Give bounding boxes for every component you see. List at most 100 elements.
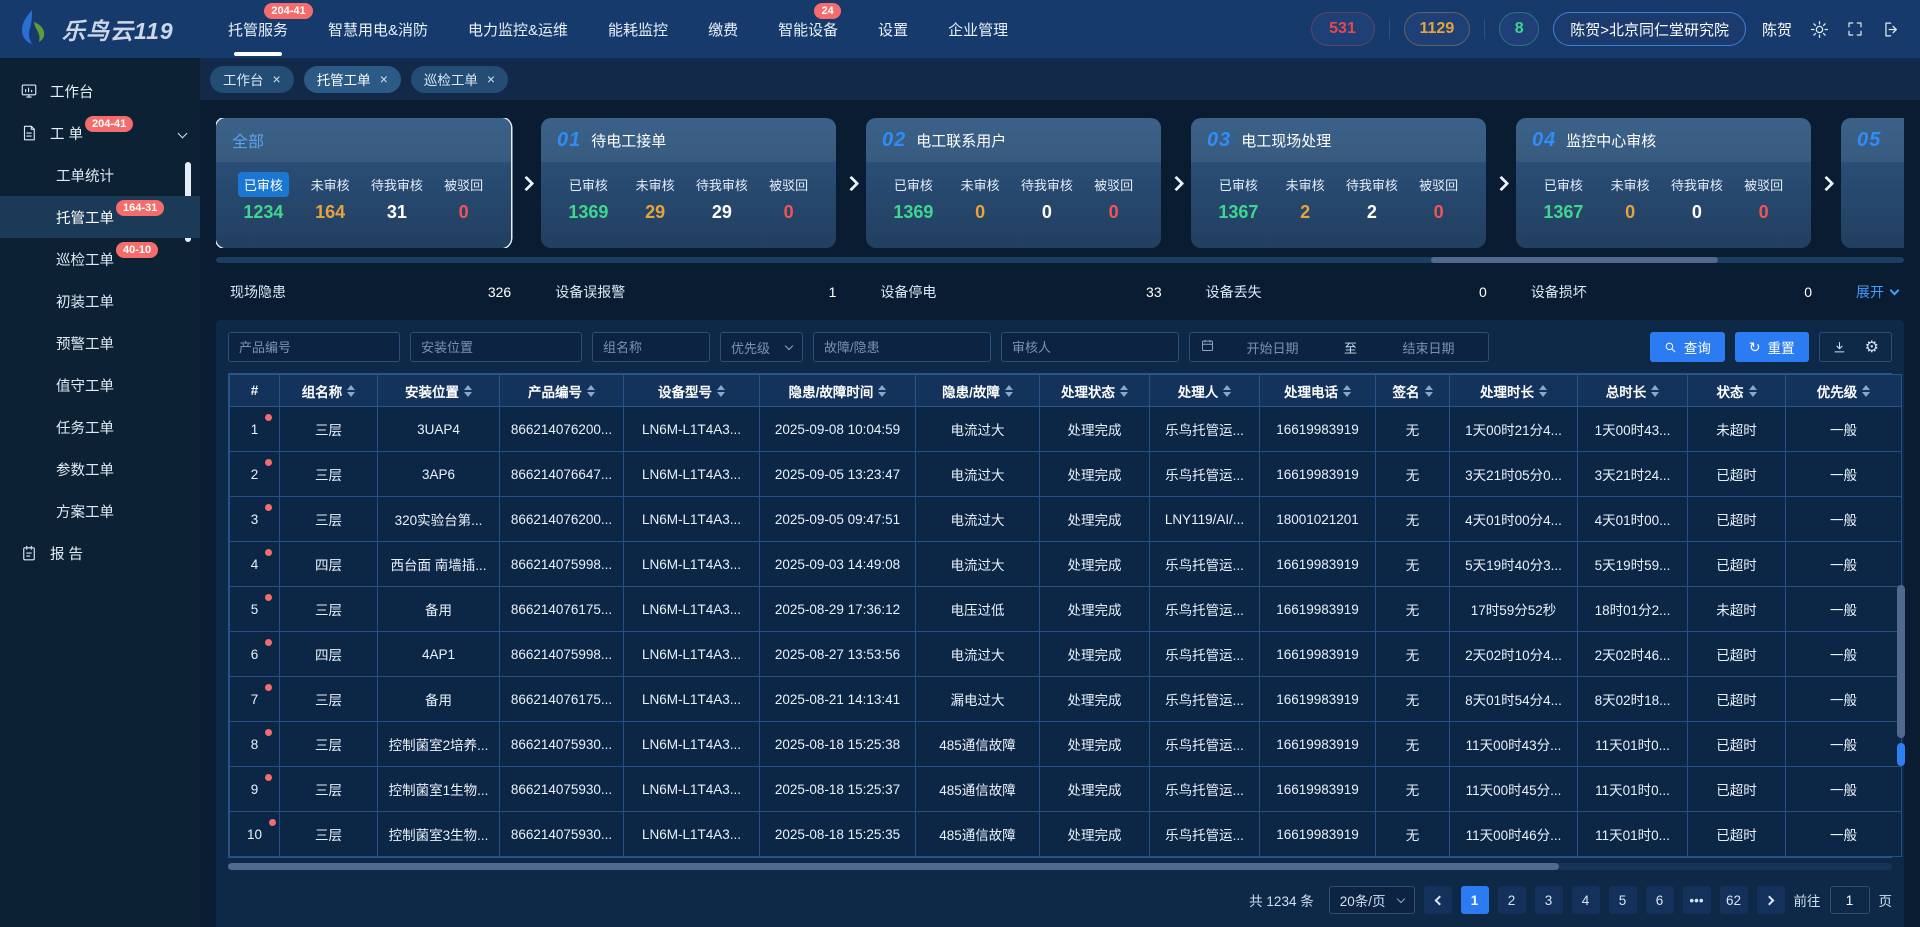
sort-icon[interactable]: [587, 385, 595, 397]
card-scroll-arrow[interactable]: [1811, 118, 1841, 248]
sidebar-item[interactable]: 值守工单: [0, 364, 200, 406]
tenant-switcher-button[interactable]: 陈贺>北京同仁堂研究院: [1553, 12, 1746, 46]
sort-icon[interactable]: [1343, 385, 1351, 397]
sort-icon[interactable]: [1425, 385, 1433, 397]
card-stat[interactable]: 被驳回0: [755, 172, 822, 223]
table-row[interactable]: 5三层备用866214076175...LN6M-L1T4A3...2025-0…: [230, 587, 1902, 632]
sort-icon[interactable]: [1651, 385, 1659, 397]
status-card[interactable]: 03电工现场处理已审核1367未审核2待我审核2被驳回0: [1191, 118, 1486, 248]
table-row[interactable]: 10三层控制菌室3生物...866214075930...LN6M-L1T4A3…: [230, 812, 1902, 857]
table-vertical-scrollbar[interactable]: [1897, 384, 1905, 862]
status-card[interactable]: 全部已审核1234未审核164待我审核31被驳回0: [216, 118, 511, 248]
tab[interactable]: 托管工单×: [304, 66, 401, 93]
column-settings-icon[interactable]: ⚙: [1865, 337, 1879, 357]
app-logo[interactable]: 乐鸟云119: [18, 8, 226, 51]
card-stat[interactable]: 已审核1367: [1205, 172, 1272, 223]
page-size-select[interactable]: 20条/页: [1329, 886, 1415, 914]
card-stat[interactable]: 待我审核0: [1014, 172, 1081, 223]
card-stat[interactable]: 未审核164: [297, 172, 364, 223]
sidebar-item[interactable]: 方案工单: [0, 490, 200, 532]
table-row[interactable]: 2三层3AP6866214076647...LN6M-L1T4A3...2025…: [230, 452, 1902, 497]
card-stat[interactable]: 未审核2: [1272, 172, 1339, 223]
reset-button[interactable]: ↻ 重置: [1735, 332, 1809, 362]
sort-icon[interactable]: [1120, 385, 1128, 397]
column-header[interactable]: 安装位置: [378, 375, 500, 407]
card-stat[interactable]: 待我审核0: [1664, 172, 1731, 223]
status-card[interactable]: 04监控中心审核已审核1367未审核0待我审核0被驳回0: [1516, 118, 1811, 248]
sidebar-item[interactable]: 初装工单: [0, 280, 200, 322]
search-button[interactable]: 查询: [1650, 332, 1725, 362]
column-header[interactable]: 签名: [1376, 375, 1450, 407]
prev-page-button[interactable]: [1424, 886, 1452, 914]
card-stat[interactable]: 已审核1234: [230, 172, 297, 223]
card-stat[interactable]: 被驳回0: [1405, 172, 1472, 223]
logout-icon[interactable]: [1880, 18, 1902, 40]
card-stat[interactable]: 已审核136: [1855, 172, 1904, 223]
status-card[interactable]: 05已审核136: [1841, 118, 1904, 248]
sort-icon[interactable]: [1862, 385, 1870, 397]
table-row[interactable]: 7三层备用866214076175...LN6M-L1T4A3...2025-0…: [230, 677, 1902, 722]
card-stat[interactable]: 已审核1369: [555, 172, 622, 223]
end-date-field[interactable]: 结束日期: [1379, 338, 1478, 357]
download-icon[interactable]: [1832, 340, 1847, 355]
column-header[interactable]: #: [230, 375, 280, 407]
column-header[interactable]: 隐患/故障: [916, 375, 1040, 407]
table-row[interactable]: 1三层3UAP4866214076200...LN6M-L1T4A3...202…: [230, 407, 1902, 452]
card-stat[interactable]: 待我审核31: [364, 172, 431, 223]
alarm-count-green[interactable]: 8: [1499, 12, 1539, 46]
column-header[interactable]: 处理状态: [1040, 375, 1150, 407]
nav-item[interactable]: 智慧用电&消防: [326, 1, 430, 58]
sidebar-item[interactable]: 工作台: [0, 70, 200, 112]
nav-item[interactable]: 电力监控&运维: [466, 1, 570, 58]
card-scroll-arrow[interactable]: [836, 118, 866, 248]
card-stat[interactable]: 被驳回0: [430, 172, 497, 223]
sidebar-item[interactable]: 工 单204-41: [0, 112, 200, 154]
reviewer-input[interactable]: [1001, 332, 1179, 362]
status-card[interactable]: 01待电工接单已审核1369未审核29待我审核29被驳回0: [541, 118, 836, 248]
close-icon[interactable]: ×: [487, 72, 495, 86]
column-header[interactable]: 处理人: [1150, 375, 1260, 407]
current-user[interactable]: 陈贺: [1762, 19, 1792, 40]
card-scroll-arrow[interactable]: [511, 118, 541, 248]
expand-link[interactable]: 展开: [1856, 282, 1898, 302]
table-row[interactable]: 4四层西台面 南墙插...866214075998...LN6M-L1T4A3.…: [230, 542, 1902, 587]
sidebar-item[interactable]: 工单统计: [0, 154, 200, 196]
close-icon[interactable]: ×: [380, 72, 388, 86]
alarm-count-orange[interactable]: 1129: [1404, 12, 1471, 46]
column-header[interactable]: 处理电话: [1260, 375, 1376, 407]
sort-icon[interactable]: [878, 385, 886, 397]
page-ellipsis[interactable]: •••: [1683, 886, 1711, 914]
fault-input[interactable]: [813, 332, 991, 362]
goto-page-input[interactable]: [1830, 886, 1870, 914]
card-stat[interactable]: 待我审核29: [689, 172, 756, 223]
tab[interactable]: 巡检工单×: [411, 66, 508, 93]
fullscreen-icon[interactable]: [1844, 18, 1866, 40]
product-no-input[interactable]: [228, 332, 400, 362]
sidebar-item[interactable]: 预警工单: [0, 322, 200, 364]
theme-icon[interactable]: [1808, 18, 1830, 40]
status-card[interactable]: 02电工联系用户已审核1369未审核0待我审核0被驳回0: [866, 118, 1161, 248]
page-button[interactable]: 1: [1461, 886, 1489, 914]
sidebar-item[interactable]: 任务工单: [0, 406, 200, 448]
start-date-field[interactable]: 开始日期: [1223, 338, 1322, 357]
card-stat[interactable]: 被驳回0: [1080, 172, 1147, 223]
column-header[interactable]: 隐患/故障时间: [760, 375, 916, 407]
nav-item[interactable]: 智能设备24: [776, 1, 840, 58]
card-stat[interactable]: 未审核0: [1597, 172, 1664, 223]
nav-item[interactable]: 托管服务204-41: [226, 1, 290, 58]
page-button[interactable]: 3: [1535, 886, 1563, 914]
alarm-count-red[interactable]: 531: [1311, 12, 1375, 46]
column-header[interactable]: 产品编号: [500, 375, 624, 407]
page-button[interactable]: 2: [1498, 886, 1526, 914]
sidebar-item[interactable]: 参数工单: [0, 448, 200, 490]
cards-horizontal-scrollbar[interactable]: [216, 257, 1904, 263]
sort-icon[interactable]: [464, 385, 472, 397]
sidebar-item[interactable]: 托管工单164-31: [0, 196, 200, 238]
card-stat[interactable]: 未审核0: [947, 172, 1014, 223]
column-header[interactable]: 处理时长: [1450, 375, 1578, 407]
table-row[interactable]: 8三层控制菌室2培养...866214075930...LN6M-L1T4A3.…: [230, 722, 1902, 767]
nav-item[interactable]: 缴费: [706, 1, 740, 58]
next-page-button[interactable]: [1757, 886, 1785, 914]
close-icon[interactable]: ×: [273, 72, 281, 86]
sort-icon[interactable]: [717, 385, 725, 397]
